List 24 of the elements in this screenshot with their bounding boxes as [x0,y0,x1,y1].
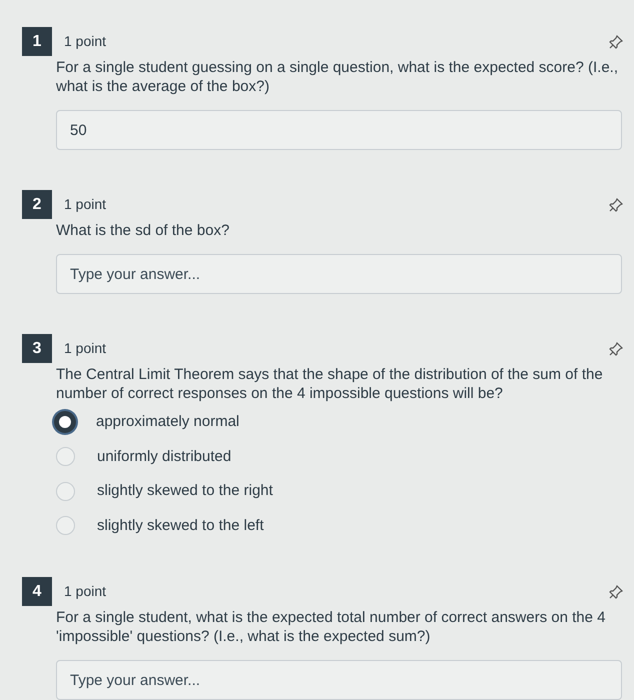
answer-field[interactable]: Type your answer... [56,254,622,294]
points-label: 1 point [64,195,108,214]
answer-field[interactable]: Type your answer... [56,660,622,700]
question-text: For a single student guessing on a single question, what is the expected score? (I.e., what is the average of the box?) [56,58,620,96]
question-number: 3 [22,334,52,363]
question-number: 2 [22,190,52,219]
pin-icon[interactable] [608,34,624,50]
question-number: 4 [22,577,52,606]
question-text: What is the sd of the box? [56,221,230,240]
points-label: 1 point [64,339,108,358]
question-number: 1 [22,27,52,56]
pin-icon[interactable] [608,340,624,356]
option-label: slightly skewed to the right [97,481,273,501]
radio-button[interactable] [54,411,76,434]
pin-icon[interactable] [608,196,624,212]
points-label: 1 point [64,582,108,601]
option-label: slightly skewed to the left [97,516,264,536]
answer-field[interactable]: 50 [56,110,622,150]
option-label: uniformly distributed [97,446,232,466]
option-label: approximately normal [96,412,240,432]
points-label: 1 point [64,32,108,51]
question-text: The Central Limit Theorem says that the shape of the distribution of the sum of the number of correct responses on the 4 impossible questions will be? [56,365,604,403]
question-text: For a single student, what is the expected total number of correct answers on the 4 'impossible' questions? (I.e., what is the expected sum?) [56,608,606,646]
pin-icon[interactable] [608,584,624,600]
